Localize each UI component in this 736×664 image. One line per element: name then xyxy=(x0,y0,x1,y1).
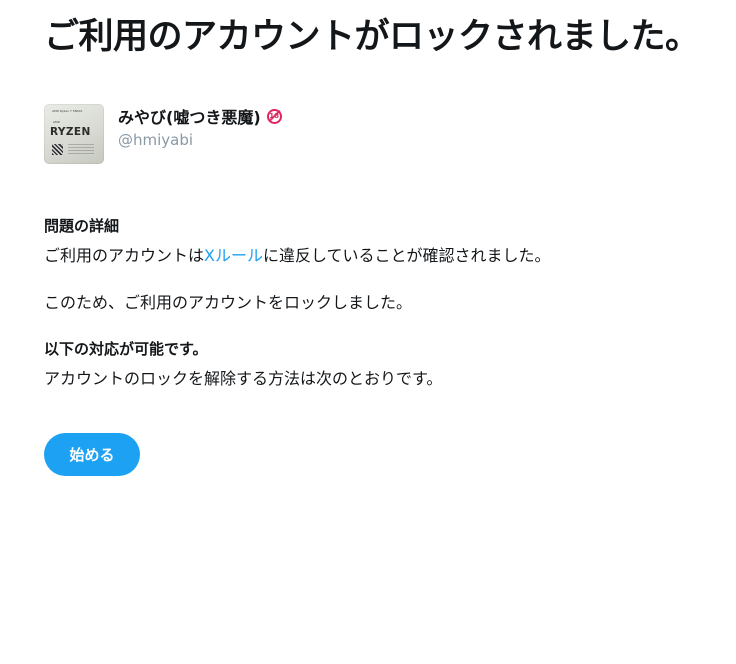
avatar: AMD Ryzen 7 5800X AMD RYZEN xyxy=(44,104,104,164)
details-heading: 問題の詳細 xyxy=(44,217,120,235)
display-name: みやび(嘘つき悪魔) xyxy=(118,108,261,127)
options-section: 以下の対応が可能です。 アカウントのロックを解除する方法は次のとおりです。 xyxy=(44,338,724,389)
details-section: 問題の詳細 ご利用のアカウントはXルールに違反していることが確認されました。 こ… xyxy=(44,215,724,313)
user-info: みやび(嘘つき悪魔) 18 @hmiyabi xyxy=(118,104,282,164)
options-text: アカウントのロックを解除する方法は次のとおりです。 xyxy=(44,369,443,388)
avatar-chip-brand: RYZEN xyxy=(50,126,91,138)
avatar-chip-amd: AMD xyxy=(53,120,60,124)
age-restriction-icon: 18 xyxy=(266,108,282,124)
details-text-suffix: に違反していることが確認されました。 xyxy=(262,246,551,265)
user-handle: @hmiyabi xyxy=(118,131,194,149)
name-row: みやび(嘘つき悪魔) 18 xyxy=(118,104,282,128)
avatar-fine-print xyxy=(68,144,94,156)
details-violation-text: ご利用のアカウントはXルールに違反していることが確認されました。 xyxy=(44,242,724,266)
user-card: AMD Ryzen 7 5800X AMD RYZEN みやび(嘘つき悪魔) 1… xyxy=(44,104,282,164)
x-rules-link[interactable]: Xルール xyxy=(204,246,263,265)
options-heading: 以下の対応が可能です。 xyxy=(44,340,208,358)
start-button[interactable]: 始める xyxy=(44,433,140,476)
avatar-qr-code xyxy=(52,144,63,155)
details-text-prefix: ご利用のアカウントは xyxy=(44,246,205,265)
page-title: ご利用のアカウントがロックされました。 xyxy=(44,17,700,57)
avatar-chip-model: AMD Ryzen 7 5800X xyxy=(52,109,83,113)
details-lock-text: このため、ご利用のアカウントをロックしました。 xyxy=(44,293,413,312)
